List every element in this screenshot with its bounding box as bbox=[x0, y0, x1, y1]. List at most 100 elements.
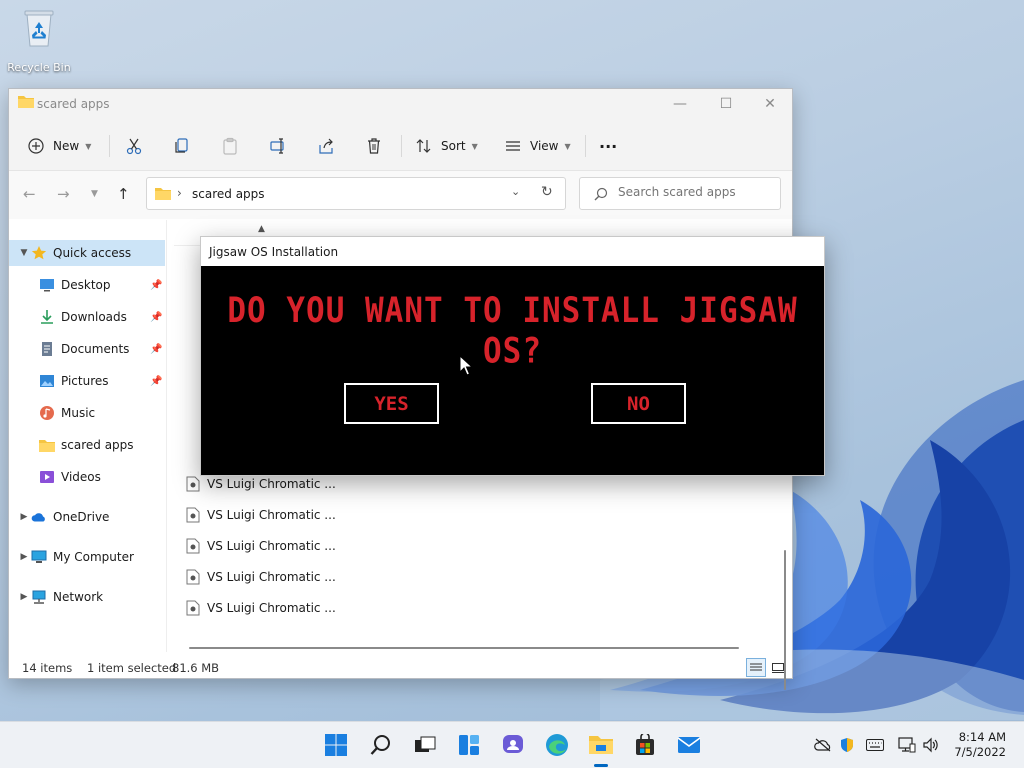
nav-my-computer[interactable]: ▶ My Computer bbox=[9, 544, 165, 570]
up-arrow-icon[interactable]: ↑ bbox=[117, 185, 130, 203]
chat-icon bbox=[503, 735, 523, 753]
rename-button[interactable] bbox=[269, 133, 287, 159]
recycle-bin-shortcut[interactable]: Recycle Bin bbox=[6, 8, 72, 74]
taskbar-search-button[interactable] bbox=[368, 732, 394, 758]
network-status-icon[interactable] bbox=[898, 737, 916, 753]
address-dropdown-icon[interactable]: ⌄ bbox=[511, 185, 520, 198]
widgets-button[interactable] bbox=[456, 732, 482, 758]
start-button[interactable] bbox=[323, 732, 349, 758]
keyboard-icon[interactable] bbox=[866, 737, 884, 753]
more-options-button[interactable]: ··· bbox=[599, 133, 617, 159]
nav-item-documents[interactable]: Documents 📌 bbox=[9, 336, 165, 362]
list-item[interactable]: VS Luigi Chromatic ... bbox=[186, 565, 336, 589]
nav-label: Videos bbox=[61, 470, 101, 484]
search-box[interactable] bbox=[579, 177, 781, 210]
yes-button[interactable]: YES bbox=[344, 383, 439, 424]
nav-label: Quick access bbox=[53, 246, 132, 260]
share-button[interactable] bbox=[317, 133, 335, 159]
details-view-button[interactable] bbox=[746, 658, 766, 677]
maximize-button[interactable]: ☐ bbox=[703, 89, 749, 119]
file-name: VS Luigi Chromatic ... bbox=[207, 570, 336, 584]
pin-icon[interactable]: 📌 bbox=[150, 376, 162, 387]
taskbar: 8:14 AM 7/5/2022 bbox=[0, 721, 1024, 768]
minimize-button[interactable]: — bbox=[657, 89, 703, 119]
nav-label: OneDrive bbox=[53, 510, 110, 524]
pin-icon[interactable]: 📌 bbox=[150, 280, 162, 291]
desktop-icon bbox=[39, 277, 55, 293]
volume-icon[interactable] bbox=[922, 737, 940, 753]
nav-onedrive[interactable]: ▶ OneDrive bbox=[9, 504, 165, 530]
expand-chevron-icon[interactable]: ▶ bbox=[17, 552, 31, 562]
edge-button[interactable] bbox=[544, 732, 570, 758]
expand-chevron-icon[interactable]: ▼ bbox=[17, 248, 31, 258]
paste-button[interactable] bbox=[221, 133, 239, 159]
file-explorer-button[interactable] bbox=[588, 732, 614, 758]
mouse-cursor-icon bbox=[459, 355, 473, 376]
list-item[interactable]: VS Luigi Chromatic ... bbox=[186, 534, 336, 558]
task-view-button[interactable] bbox=[412, 732, 438, 758]
nav-quick-access[interactable]: ▼ Quick access bbox=[9, 240, 165, 266]
onedrive-offline-icon[interactable] bbox=[814, 737, 832, 753]
nav-item-videos[interactable]: Videos bbox=[9, 464, 165, 490]
music-icon bbox=[39, 405, 55, 421]
clock-date: 7/5/2022 bbox=[954, 745, 1006, 759]
nav-item-music[interactable]: Music bbox=[9, 400, 165, 426]
copy-icon bbox=[175, 138, 188, 153]
task-view-icon bbox=[415, 736, 436, 752]
close-button[interactable]: ✕ bbox=[747, 89, 793, 119]
computer-icon bbox=[31, 549, 47, 565]
expand-chevron-icon[interactable]: ▶ bbox=[17, 592, 31, 602]
taskbar-clock[interactable]: 8:14 AM 7/5/2022 bbox=[954, 730, 1006, 760]
delete-button[interactable] bbox=[365, 133, 383, 159]
details-view-icon bbox=[750, 663, 762, 670]
explorer-titlebar[interactable]: scared apps — ☐ ✕ bbox=[9, 89, 792, 119]
expand-chevron-icon[interactable]: ▶ bbox=[17, 512, 31, 522]
nav-label: Documents bbox=[61, 342, 130, 356]
rename-icon bbox=[270, 138, 284, 154]
refresh-icon[interactable]: ↻ bbox=[541, 184, 553, 200]
pictures-icon bbox=[39, 373, 55, 389]
nav-item-pictures[interactable]: Pictures 📌 bbox=[9, 368, 165, 394]
videos-icon bbox=[39, 469, 55, 485]
cut-icon bbox=[126, 138, 142, 155]
new-label: New bbox=[53, 139, 80, 153]
list-item[interactable]: VS Luigi Chromatic ... bbox=[186, 596, 336, 620]
toolbar-separator bbox=[585, 135, 586, 157]
downloads-icon bbox=[39, 309, 55, 325]
search-icon bbox=[370, 735, 390, 755]
address-bar[interactable]: › scared apps ⌄ ↻ bbox=[146, 177, 566, 210]
forward-arrow-icon[interactable]: → bbox=[57, 185, 70, 203]
nav-item-downloads[interactable]: Downloads 📌 bbox=[9, 304, 165, 330]
mail-button[interactable] bbox=[676, 732, 702, 758]
pin-icon[interactable]: 📌 bbox=[150, 344, 162, 355]
nav-network[interactable]: ▶ Network bbox=[9, 584, 165, 610]
nav-item-desktop[interactable]: Desktop 📌 bbox=[9, 272, 165, 298]
horizontal-scrollbar[interactable] bbox=[189, 647, 739, 649]
store-button[interactable] bbox=[632, 732, 658, 758]
dialog-titlebar[interactable]: Jigsaw OS Installation bbox=[201, 237, 824, 266]
list-item[interactable]: VS Luigi Chromatic ... bbox=[186, 503, 336, 527]
recycle-bin-icon bbox=[24, 10, 54, 47]
security-shield-icon[interactable] bbox=[838, 737, 856, 753]
back-arrow-icon[interactable]: ← bbox=[23, 185, 36, 203]
search-input[interactable] bbox=[618, 185, 773, 199]
copy-button[interactable] bbox=[173, 133, 191, 159]
cut-button[interactable] bbox=[125, 133, 143, 159]
no-button[interactable]: NO bbox=[591, 383, 686, 424]
tiles-view-button[interactable] bbox=[768, 658, 788, 677]
dialog-title: Jigsaw OS Installation bbox=[209, 245, 339, 259]
new-button[interactable]: New ▼ bbox=[27, 133, 91, 159]
sort-button[interactable]: Sort ▼ bbox=[415, 133, 478, 159]
breadcrumb-scared-apps[interactable]: scared apps bbox=[192, 187, 265, 201]
view-button[interactable]: View ▼ bbox=[504, 133, 571, 159]
active-app-indicator bbox=[594, 764, 608, 767]
pin-icon[interactable]: 📌 bbox=[150, 312, 162, 323]
chat-button[interactable] bbox=[500, 732, 526, 758]
trash-icon bbox=[368, 138, 380, 154]
file-explorer-icon bbox=[589, 736, 613, 754]
recent-locations-icon[interactable]: ▼ bbox=[91, 189, 98, 199]
star-icon bbox=[31, 245, 47, 261]
audio-file-icon bbox=[186, 569, 202, 585]
nav-item-scared-apps[interactable]: scared apps bbox=[9, 432, 165, 458]
new-icon bbox=[28, 138, 44, 154]
